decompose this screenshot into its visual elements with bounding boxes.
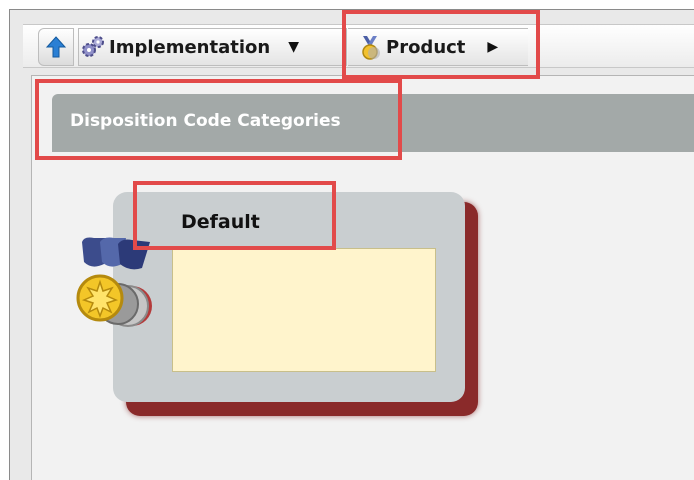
card-body[interactable] bbox=[172, 248, 436, 372]
highlight-card-title bbox=[133, 181, 336, 250]
medal-icon bbox=[74, 236, 154, 332]
chevron-down-icon[interactable]: ▼ bbox=[288, 39, 299, 55]
gears-icon bbox=[79, 33, 107, 61]
highlight-product bbox=[342, 10, 540, 79]
up-arrow-icon bbox=[45, 36, 67, 58]
up-button[interactable] bbox=[38, 28, 74, 66]
breadcrumb-item-implementation[interactable]: Implementation ▼ bbox=[78, 28, 347, 66]
breadcrumb-item-label: Implementation bbox=[109, 36, 271, 58]
highlight-section-title bbox=[35, 79, 402, 160]
